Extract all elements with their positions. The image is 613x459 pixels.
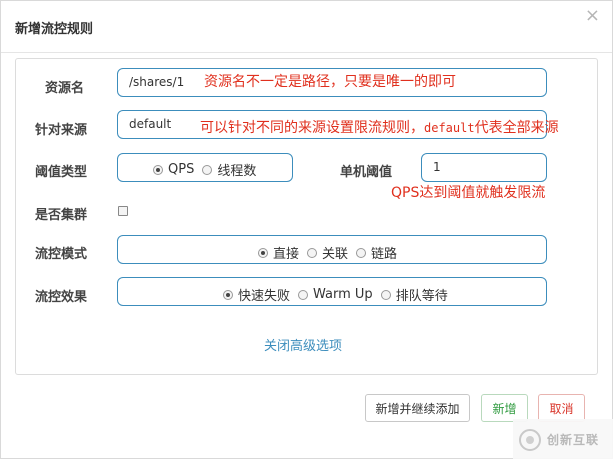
single-threshold-label: 单机阈值 [340,165,393,180]
origin-label: 针对来源 [35,123,88,138]
origin-annotation: 可以针对不同的来源设置限流规则，default代表全部来源 [200,117,559,137]
flow-effect-queue-label: 排队等待 [395,289,448,304]
watermark-logo-icon [519,428,541,451]
threshold-annotation: QPS达到阈值就触发限流 [391,185,546,201]
threshold-type-qps[interactable]: QPS [153,162,194,177]
flow-mode-relate[interactable]: 关联 [307,243,348,262]
flow-effect-fast-fail-label: 快速失败 [238,289,291,304]
radio-selected-icon[interactable] [153,164,163,175]
cancel-button[interactable]: 取消 [538,394,585,422]
cluster-checkbox[interactable] [118,206,128,216]
threshold-type-thread[interactable]: 线程数 [202,160,256,179]
threshold-type-label: 阈值类型 [35,165,88,180]
toggle-advanced-link[interactable]: 关闭高级选项 [264,335,342,354]
cluster-label: 是否集群 [35,208,88,223]
flow-effect-options: 快速失败 Warm Up 排队等待 [223,285,456,304]
radio-icon[interactable] [307,247,318,258]
threshold-type-options: QPS 线程数 [153,160,264,179]
flow-rule-dialog: 新增流控规则 × 资源名 /shares/1 资源名不一定是路径，只要是唯一的即… [0,0,613,459]
flow-effect-queue[interactable]: 排队等待 [380,285,448,304]
origin-annotation-pre: 可以针对不同的来源设置限流规则， [200,120,424,136]
flow-effect-warmup[interactable]: Warm Up [298,287,373,302]
flow-mode-chain[interactable]: 链路 [356,243,397,262]
radio-selected-icon[interactable] [223,289,233,300]
origin-annotation-post: 代表全部来源 [474,120,559,136]
threshold-type-thread-label: 线程数 [217,164,257,179]
origin-annotation-code: default [424,121,475,135]
resource-label: 资源名 [45,81,85,96]
radio-icon[interactable] [356,247,367,258]
close-icon[interactable]: × [585,7,600,25]
flow-mode-relate-label: 关联 [322,247,349,262]
form-panel [15,58,598,375]
add-button[interactable]: 新增 [481,394,528,422]
watermark: 创新互联 [513,419,613,459]
radio-icon[interactable] [298,289,309,300]
radio-icon[interactable] [202,164,213,175]
dialog-header: 新增流控规则 × [1,1,612,53]
threshold-type-qps-label: QPS [168,162,195,177]
flow-mode-direct[interactable]: 直接 [258,243,299,262]
flow-mode-direct-label: 直接 [273,247,300,262]
flow-mode-chain-label: 链路 [371,247,398,262]
add-and-continue-button[interactable]: 新增并继续添加 [365,394,470,422]
flow-effect-label: 流控效果 [35,290,88,305]
resource-annotation: 资源名不一定是路径，只要是唯一的即可 [204,74,456,90]
watermark-text: 创新互联 [547,433,600,447]
single-threshold-input[interactable]: 1 [421,153,547,182]
flow-mode-options: 直接 关联 链路 [258,243,405,262]
flow-effect-warmup-label: Warm Up [313,287,373,302]
radio-selected-icon[interactable] [258,247,268,258]
flow-mode-label: 流控模式 [35,247,88,262]
dialog-title: 新增流控规则 [15,22,94,37]
radio-icon[interactable] [380,289,391,300]
flow-effect-fast-fail[interactable]: 快速失败 [223,285,290,304]
